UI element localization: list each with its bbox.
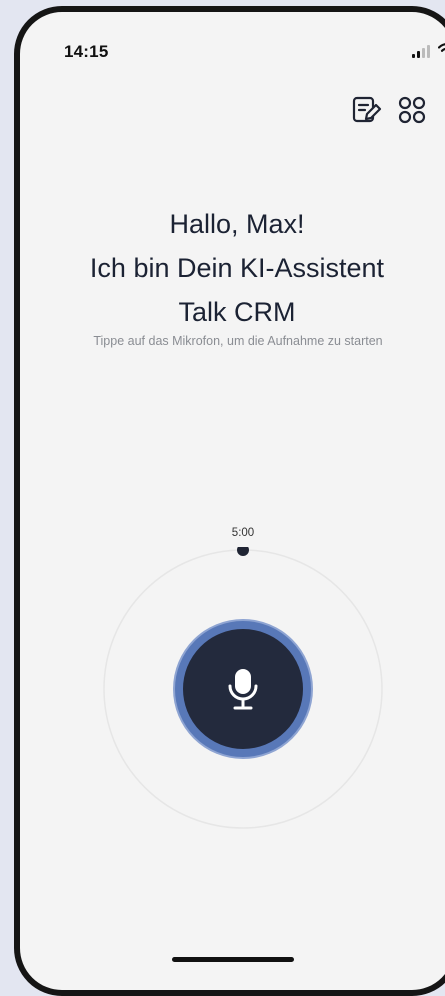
- status-bar: 14:15 80: [20, 12, 445, 82]
- signal-icon: [412, 44, 430, 58]
- status-time: 14:15: [64, 42, 109, 61]
- greeting-line-product: Talk CRM: [178, 297, 296, 327]
- microphone-button[interactable]: [175, 621, 311, 757]
- greeting-line-assistant: Ich bin Dein KI-Assistent: [89, 253, 385, 283]
- greeting-heading: Hallo, Max! Ich bin Dein KI-Assistent Ta…: [20, 202, 445, 334]
- microphone-icon: [228, 669, 258, 710]
- wifi-icon: [438, 43, 445, 52]
- record-instruction: Tippe auf das Mikrofon, um die Aufnahme …: [93, 334, 383, 348]
- greeting-line-hello: Hallo, Max!: [169, 209, 305, 239]
- recording-timer: 5:00: [231, 527, 255, 539]
- apps-grid-icon[interactable]: [396, 94, 428, 126]
- timer-progress-dot: [237, 547, 249, 556]
- phone-frame: 14:15 80 Hallo, Max!: [14, 6, 445, 996]
- voice-recorder: 5:00: [101, 527, 385, 829]
- edit-notes-icon[interactable]: [350, 94, 382, 126]
